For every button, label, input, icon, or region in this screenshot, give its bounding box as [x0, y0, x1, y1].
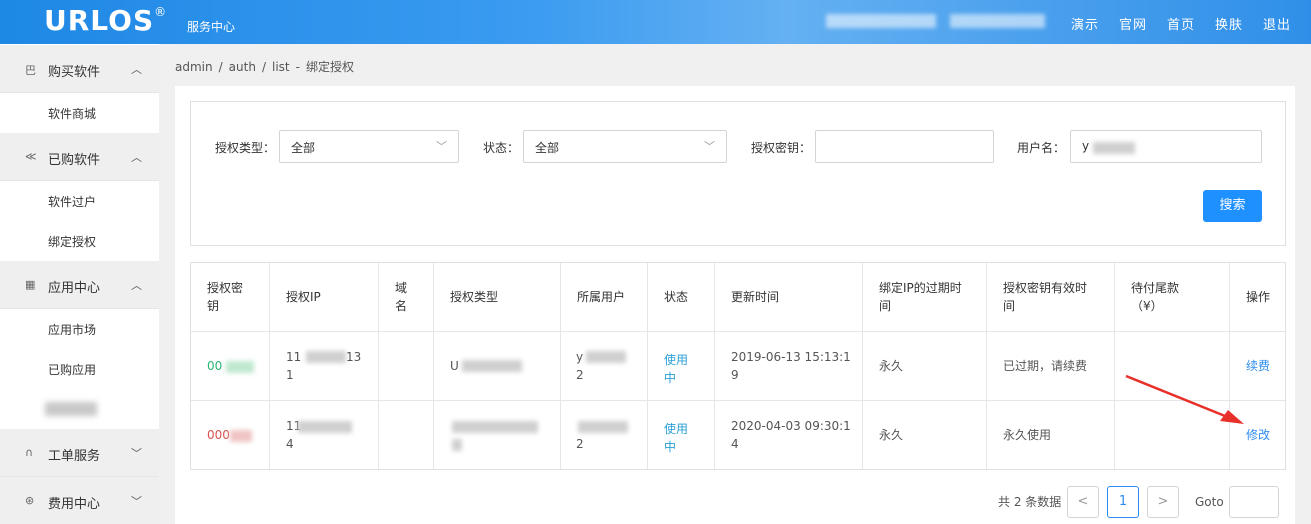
- breadcrumb-auth[interactable]: auth: [229, 60, 256, 74]
- shop-icon: 巴: [25, 64, 36, 77]
- sidebar-group-purchased-software[interactable]: ≪ 已购软件 ︿: [0, 133, 159, 181]
- urlos-logo[interactable]: URLOS®: [44, 4, 167, 37]
- total-count: 共 2 条数据: [998, 495, 1062, 509]
- status-select[interactable]: 全部 ﹀: [523, 130, 727, 163]
- sidebar-item-software-store[interactable]: 软件商城: [0, 93, 159, 133]
- annotation-arrow: [1125, 374, 1244, 424]
- breadcrumb-current: 绑定授权: [305, 60, 354, 74]
- auth-type-select[interactable]: 全部 ﹀: [279, 130, 459, 163]
- sidebar-item-purchased-apps[interactable]: 已购应用: [0, 349, 159, 389]
- breadcrumb-list[interactable]: list: [272, 60, 290, 74]
- row2-updated: 2020-04-03 09:30:1: [731, 419, 851, 433]
- col-key-valid: 授权密钥有效时 间: [1003, 281, 1088, 313]
- chevron-down-icon: ﹀: [704, 140, 715, 153]
- username-input[interactable]: y: [1070, 130, 1262, 163]
- row2-ip-part3: 4: [286, 437, 294, 451]
- search-button[interactable]: 搜索: [1203, 190, 1262, 222]
- account-info-blurred: [950, 14, 1045, 28]
- chevron-up-icon: ︿: [131, 151, 142, 164]
- share-icon: ≪: [25, 150, 37, 163]
- row1-key-valid: 已过期，请续费: [1003, 359, 1088, 373]
- sidebar-group-ticket-service[interactable]: ∩ 工单服务 ﹀: [0, 429, 159, 477]
- sidebar-item-software-transfer[interactable]: 软件过户: [0, 181, 159, 221]
- row1-ip-part3: 1: [286, 368, 294, 382]
- page-1-button[interactable]: 1: [1107, 486, 1139, 518]
- nav-logout[interactable]: 退出: [1263, 14, 1291, 33]
- next-page-button[interactable]: >: [1147, 486, 1179, 518]
- row1-user: y: [576, 350, 584, 364]
- sidebar-group-billing-center[interactable]: ⊛ 费用中心 ﹀: [0, 477, 159, 524]
- breadcrumb: admin / auth / list - 绑定授权: [175, 60, 354, 74]
- nav-home[interactable]: 首页: [1167, 14, 1195, 33]
- row2-user-line2: 2: [576, 437, 584, 451]
- col-status: 状态: [664, 290, 689, 304]
- col-auth-key: 授权密 钥: [207, 281, 244, 313]
- row2-key: 000: [207, 428, 230, 442]
- col-balance: 待付尾款 （¥）: [1131, 281, 1180, 313]
- row1-type: U: [450, 359, 459, 373]
- row1-ip-expire: 永久: [879, 359, 904, 373]
- nav-skin[interactable]: 换肤: [1215, 14, 1243, 33]
- chevron-up-icon: ︿: [131, 63, 142, 76]
- sidebar-group-buy-software[interactable]: 巴 购买软件 ︿: [0, 45, 159, 93]
- top-header: URLOS® 服务中心 演示 官网 首页 换肤 退出: [0, 0, 1311, 44]
- row1-ip-part1: 11: [286, 350, 302, 364]
- row1-updated-line2: 9: [731, 368, 739, 382]
- col-action: 操作: [1246, 290, 1271, 304]
- row2-updated-line2: 4: [731, 437, 739, 451]
- yen-icon: ⊛: [25, 494, 35, 507]
- col-domain: 域 名: [395, 281, 408, 313]
- username-label: 用户名：: [1017, 141, 1066, 155]
- headset-icon: ∩: [25, 446, 34, 459]
- col-owner: 所属用户: [577, 290, 626, 304]
- sidebar-item-app-market[interactable]: 应用市场: [0, 309, 159, 349]
- status-label: 状态：: [483, 141, 520, 155]
- auth-key-label: 授权密钥：: [751, 141, 812, 155]
- chevron-down-icon: ﹀: [131, 447, 142, 460]
- col-updated: 更新时间: [731, 290, 780, 304]
- goto-label: Goto: [1195, 495, 1224, 509]
- row1-updated: 2019-06-13 15:13:1: [731, 350, 851, 364]
- prev-page-button[interactable]: <: [1067, 486, 1099, 518]
- row1-key: 00: [207, 359, 223, 373]
- goto-page-input[interactable]: [1229, 486, 1279, 518]
- nav-demo[interactable]: 演示: [1071, 14, 1099, 33]
- filter-panel: [190, 101, 1286, 246]
- col-auth-ip: 授权IP: [286, 290, 321, 304]
- service-center-label: 服务中心: [187, 20, 236, 34]
- col-auth-type: 授权类型: [450, 290, 499, 304]
- row2-key-valid: 永久使用: [1003, 428, 1052, 442]
- row1-user-line2: 2: [576, 368, 584, 382]
- chevron-down-icon: ﹀: [436, 140, 447, 153]
- grid-icon: ▦: [25, 278, 36, 291]
- chevron-up-icon: ︿: [131, 279, 142, 292]
- row2-ip-expire: 永久: [879, 428, 904, 442]
- auth-key-input[interactable]: [815, 130, 994, 163]
- sidebar-item-bind-auth[interactable]: 绑定授权: [0, 221, 159, 261]
- col-ip-expire: 绑定IP的过期时 间: [879, 281, 962, 313]
- nav-official-site[interactable]: 官网: [1119, 14, 1147, 33]
- user-info-blurred: [826, 14, 936, 28]
- row2-status: 使用 中: [664, 422, 689, 454]
- sidebar-item-blurred[interactable]: [0, 389, 159, 429]
- row1-status: 使用 中: [664, 353, 689, 385]
- auth-type-label: 授权类型：: [215, 141, 276, 155]
- sidebar-group-app-center[interactable]: ▦ 应用中心 ︿: [0, 261, 159, 309]
- row1-ip-part2: 13: [346, 350, 362, 364]
- chevron-down-icon: ﹀: [131, 495, 142, 508]
- breadcrumb-admin[interactable]: admin: [175, 60, 213, 74]
